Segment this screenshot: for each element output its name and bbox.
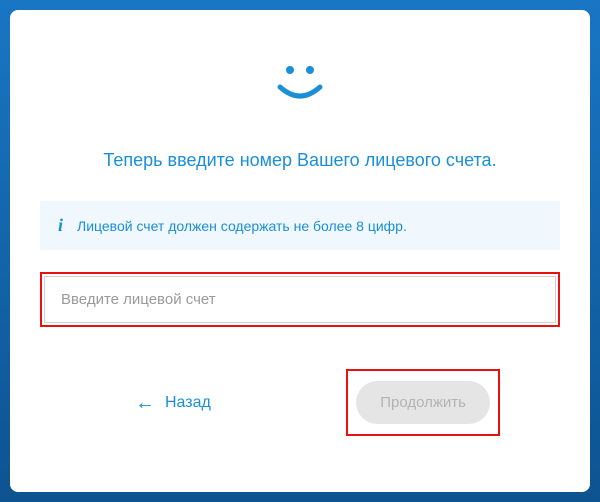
continue-button[interactable]: Продолжить <box>356 381 490 424</box>
continue-highlight: Продолжить <box>346 369 500 436</box>
hint-box: i Лицевой счет должен содержать не более… <box>40 201 560 250</box>
smiley-icon <box>270 55 330 120</box>
account-number-input[interactable] <box>44 276 556 323</box>
info-icon: i <box>58 215 63 236</box>
back-button[interactable]: ← Назад <box>135 393 211 413</box>
back-button-label: Назад <box>165 394 211 412</box>
actions-row: ← Назад Продолжить <box>40 369 560 436</box>
input-highlight <box>40 272 560 327</box>
hint-text: Лицевой счет должен содержать не более 8… <box>77 218 407 234</box>
dialog-card: Теперь введите номер Вашего лицевого сче… <box>10 10 590 492</box>
prompt-text: Теперь введите номер Вашего лицевого сче… <box>103 150 496 171</box>
arrow-left-icon: ← <box>135 393 155 413</box>
